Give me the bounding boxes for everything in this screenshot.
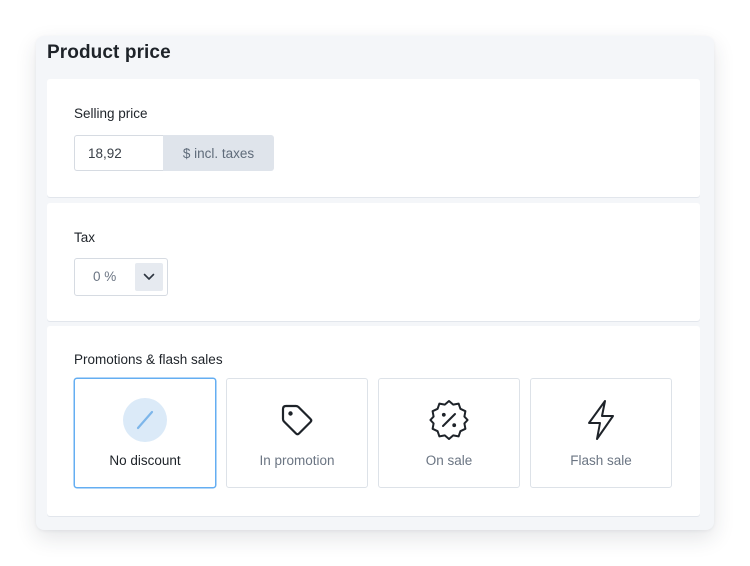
tax-select[interactable]: 0 % <box>74 258 168 296</box>
promotions-section: Promotions & flash sales No discount In … <box>47 326 700 516</box>
option-label: In promotion <box>259 453 335 468</box>
promotion-options: No discount In promotion On sale Flash s… <box>74 378 672 488</box>
selling-price-label: Selling price <box>74 106 148 121</box>
promotions-label: Promotions & flash sales <box>74 352 223 367</box>
selling-price-section: Selling price $ incl. taxes <box>47 79 700 197</box>
selling-price-group: $ incl. taxes <box>74 135 274 171</box>
tax-label: Tax <box>74 230 96 245</box>
option-label: Flash sale <box>570 453 632 468</box>
lightning-icon <box>578 397 624 443</box>
option-in-promotion[interactable]: In promotion <box>226 378 368 488</box>
tax-section: Tax 0 % <box>47 203 700 321</box>
percent-badge-icon <box>426 397 472 443</box>
option-no-discount[interactable]: No discount <box>74 378 216 488</box>
product-price-card: Product price Selling price $ incl. taxe… <box>36 36 714 530</box>
option-label: No discount <box>109 453 181 468</box>
option-on-sale[interactable]: On sale <box>378 378 520 488</box>
chevron-down-icon[interactable] <box>135 263 163 291</box>
no-discount-icon <box>122 397 168 443</box>
card-title: Product price <box>47 42 171 63</box>
option-flash-sale[interactable]: Flash sale <box>530 378 672 488</box>
tag-icon <box>274 397 320 443</box>
selling-price-input[interactable] <box>74 135 163 171</box>
price-currency-addon: $ incl. taxes <box>163 135 274 171</box>
tax-value: 0 % <box>93 269 117 284</box>
option-label: On sale <box>425 453 473 468</box>
